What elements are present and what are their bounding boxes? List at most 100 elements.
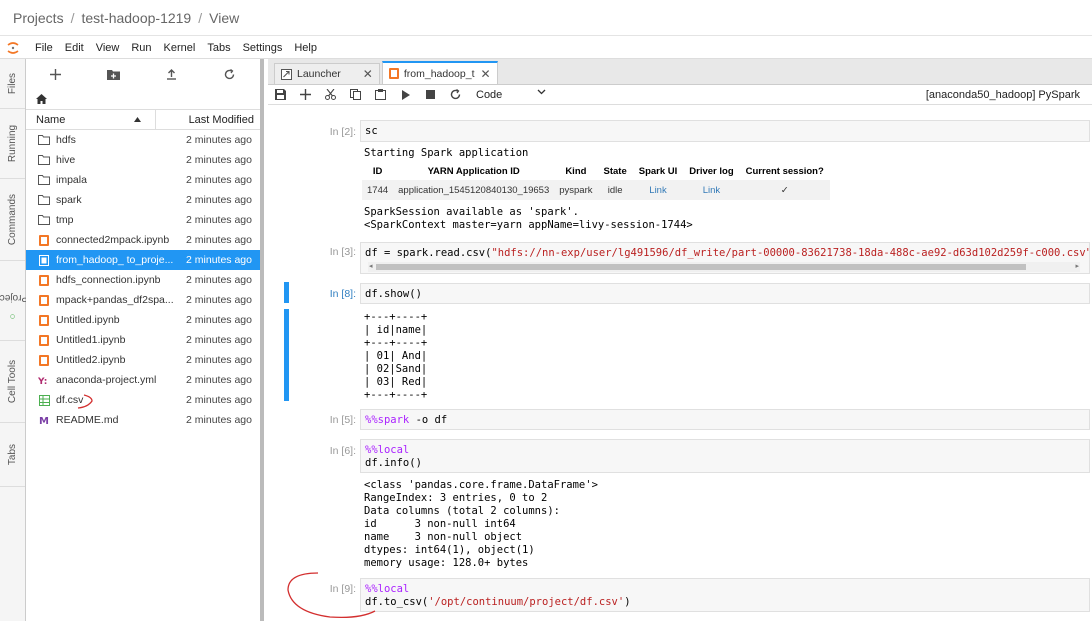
menu-tabs[interactable]: Tabs xyxy=(207,42,230,54)
menu-view[interactable]: View xyxy=(96,42,120,54)
menu-settings[interactable]: Settings xyxy=(243,42,283,54)
file-name: hdfs_connection.ipynb xyxy=(56,274,161,286)
run-button[interactable] xyxy=(393,89,418,100)
scroll-right-icon[interactable]: ▸ xyxy=(1075,262,1079,270)
file-row[interactable]: connected2mpack.ipynb 2 minutes ago xyxy=(26,230,260,250)
restart-button[interactable] xyxy=(443,89,468,100)
sidebar-tab-tabs[interactable]: Tabs xyxy=(0,423,25,487)
interrupt-button[interactable] xyxy=(418,90,443,99)
sidebar-tab-label: Commands xyxy=(7,193,19,246)
breadcrumb-projects[interactable]: Projects xyxy=(13,10,64,26)
folder-icon xyxy=(38,175,50,186)
checkmark-icon: ✓ xyxy=(739,180,830,200)
menu-run[interactable]: Run xyxy=(131,42,151,54)
sidebar-tab-files[interactable]: Files xyxy=(0,59,25,109)
notebook-icon xyxy=(38,294,50,306)
sort-ascending-icon xyxy=(134,117,141,122)
sort-by-modified[interactable]: Last Modified xyxy=(156,114,260,126)
kernel-name[interactable]: [anaconda50_hadoop] PySpark xyxy=(926,89,1080,101)
notebook-icon xyxy=(388,68,399,79)
file-modified: 2 minutes ago xyxy=(186,334,252,346)
file-row[interactable]: tmp 2 minutes ago xyxy=(26,210,260,230)
file-row[interactable]: Untitled1.ipynb 2 minutes ago xyxy=(26,330,260,350)
file-name: df.csv xyxy=(56,394,84,406)
tab-notebook[interactable]: from_hadoop_t ✕ xyxy=(381,61,498,84)
sort-by-name[interactable]: Name xyxy=(26,110,156,129)
cell-input[interactable]: %%local df.info() xyxy=(360,439,1090,473)
column-header: Spark UI xyxy=(638,165,678,177)
file-row[interactable]: Untitled.ipynb 2 minutes ago xyxy=(26,310,260,330)
svg-text:M: M xyxy=(39,416,49,425)
insert-cell-button[interactable] xyxy=(293,89,318,100)
code-string: '/opt/continuum/project/df.csv' xyxy=(428,596,625,608)
driver-log-link[interactable]: Link xyxy=(683,180,740,200)
file-row[interactable]: hdfs_connection.ipynb 2 minutes ago xyxy=(26,270,260,290)
yaml-file-icon: Y: xyxy=(38,375,50,386)
scissors-icon xyxy=(325,89,336,100)
file-modified: 2 minutes ago xyxy=(186,134,252,146)
tab-label: Launcher xyxy=(297,68,341,80)
spreadsheet-icon xyxy=(38,394,50,406)
cell-prompt: In [6]: xyxy=(329,445,356,457)
home-button[interactable] xyxy=(26,89,260,109)
file-row[interactable]: hive 2 minutes ago xyxy=(26,150,260,170)
cell-input[interactable]: df.show() xyxy=(360,283,1090,304)
new-launcher-button[interactable] xyxy=(26,68,84,80)
copy-button[interactable] xyxy=(343,89,368,100)
sidebar-tab-label: Cell Tools xyxy=(7,359,19,404)
output-selection-bar[interactable] xyxy=(284,309,289,401)
file-name: hdfs xyxy=(56,134,76,146)
file-modified: 2 minutes ago xyxy=(186,174,252,186)
cell-type-select[interactable]: Code xyxy=(476,89,546,101)
upload-button[interactable] xyxy=(142,68,200,80)
breadcrumb-project[interactable]: test-hadoop-1219 xyxy=(81,10,191,26)
table-cell: application_1545120840130_19653 xyxy=(393,180,555,200)
table-cell: 1744 xyxy=(362,180,394,200)
menu-edit[interactable]: Edit xyxy=(65,42,84,54)
scroll-left-icon[interactable]: ◂ xyxy=(369,262,373,270)
file-modified: 2 minutes ago xyxy=(186,374,252,386)
plus-icon xyxy=(300,89,311,100)
scrollbar-thumb[interactable] xyxy=(376,264,1026,270)
file-modified: 2 minutes ago xyxy=(186,294,252,306)
sidebar-tab-commands[interactable]: Commands xyxy=(0,179,25,261)
menu-kernel[interactable]: Kernel xyxy=(164,42,196,54)
save-button[interactable] xyxy=(268,89,293,100)
file-row[interactable]: M README.md 2 minutes ago xyxy=(26,410,260,430)
column-header: Kind xyxy=(565,165,587,177)
code-text: df.show() xyxy=(365,288,422,300)
horizontal-scrollbar[interactable]: ◂ ▸ xyxy=(368,262,1080,272)
tab-launcher[interactable]: Launcher ✕ xyxy=(274,63,380,84)
close-icon[interactable]: ✕ xyxy=(363,67,373,81)
sidebar-tab-cell-tools[interactable]: Cell Tools xyxy=(0,341,25,423)
file-row[interactable]: df.csv 2 minutes ago xyxy=(26,390,260,410)
cell-input[interactable]: %%local df.to_csv('/opt/continuum/projec… xyxy=(360,578,1090,612)
file-row[interactable]: spark 2 minutes ago xyxy=(26,190,260,210)
file-modified: 2 minutes ago xyxy=(186,394,252,406)
menu-help[interactable]: Help xyxy=(294,42,317,54)
file-row[interactable]: mpack+pandas_df2spa... 2 minutes ago xyxy=(26,290,260,310)
tab-label: from_hadoop_t xyxy=(403,67,475,80)
file-row[interactable]: hdfs 2 minutes ago xyxy=(26,130,260,150)
file-row[interactable]: from_hadoop_ to_proje... 2 minutes ago xyxy=(26,250,260,270)
table-cell: pyspark xyxy=(554,180,598,200)
paste-button[interactable] xyxy=(368,89,393,100)
cell-input[interactable]: sc xyxy=(360,120,1090,142)
cell-input[interactable]: %%spark -o df xyxy=(360,409,1090,430)
sidebar-tab-running[interactable]: Running xyxy=(0,109,25,179)
cell-prompt: In [5]: xyxy=(329,414,356,426)
code-text: df.to_csv( xyxy=(365,596,429,608)
new-folder-button[interactable] xyxy=(84,69,142,80)
file-modified: 2 minutes ago xyxy=(186,314,252,326)
spark-ui-link[interactable]: Link xyxy=(632,180,684,200)
close-icon[interactable]: ✕ xyxy=(481,67,491,81)
file-row[interactable]: impala 2 minutes ago xyxy=(26,170,260,190)
refresh-button[interactable] xyxy=(200,68,258,80)
upload-icon xyxy=(166,68,176,80)
file-row[interactable]: Untitled2.ipynb 2 minutes ago xyxy=(26,350,260,370)
cut-button[interactable] xyxy=(318,89,343,100)
file-modified: 2 minutes ago xyxy=(186,354,252,366)
file-row[interactable]: Y: anaconda-project.yml 2 minutes ago xyxy=(26,370,260,390)
sidebar-tab-project[interactable]: ○ Project xyxy=(0,261,28,341)
menu-file[interactable]: File xyxy=(35,42,53,54)
